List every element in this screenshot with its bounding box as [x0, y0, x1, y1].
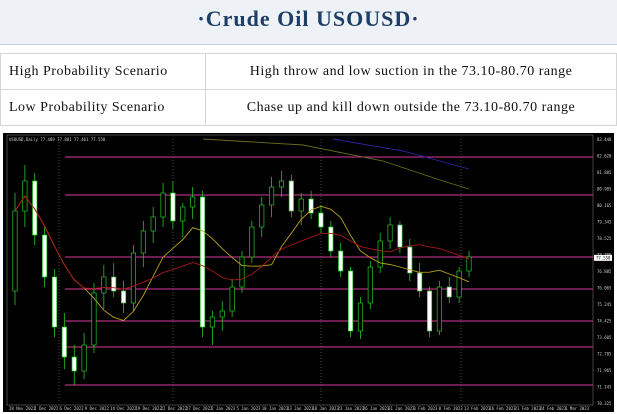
scenario-label: Low Probability Scenario: [0, 89, 206, 126]
bear-candle: [348, 270, 354, 332]
bear-candle: [417, 272, 423, 292]
date-tick-label: 10 Jan 2023: [262, 406, 289, 411]
bear-candle: [446, 286, 452, 298]
date-tick-label: 2 Jan 2023: [211, 406, 236, 411]
bull-candle: [259, 204, 265, 228]
date-tick-label: 23 Jan 2023: [338, 406, 365, 411]
bear-candle: [338, 250, 344, 272]
price-tick-label: 76.065: [597, 286, 612, 291]
bull-candle: [269, 186, 275, 206]
bull-candle: [357, 302, 363, 332]
bull-candle: [160, 192, 166, 218]
bear-candle: [32, 180, 38, 236]
table-row: High Probability Scenario High throw and…: [0, 53, 617, 90]
ma-long-line: [202, 138, 470, 190]
bear-candle: [397, 224, 403, 248]
date-tick-label: 5 Jan 2023: [236, 406, 261, 411]
bull-candle: [239, 256, 245, 288]
price-tick-label: 80.985: [597, 187, 612, 192]
scenario-table: High Probability Scenario High throw and…: [0, 53, 617, 126]
price-tick-label: 74.425: [597, 319, 612, 324]
price-chart[interactable]: 83.440 82.620 81.805 80.985 80.165 79.345 78.5…: [3, 133, 614, 412]
price-tick-label: 76.885: [597, 269, 612, 274]
price-tick-label: 78.525: [597, 236, 612, 241]
page-title: ·Crude Oil USOUSD·: [197, 6, 420, 31]
bear-candle: [61, 326, 67, 358]
price-tick-label: 72.785: [597, 352, 612, 357]
bear-candle: [328, 226, 334, 252]
bear-candle: [170, 192, 176, 222]
date-tick-label: 1 Dec 2022: [34, 406, 59, 411]
bull-candle: [436, 286, 442, 332]
date-tick-label: 8 Feb 2023: [439, 406, 464, 411]
scenario-text: High throw and low suction in the 73.10-…: [205, 53, 617, 90]
scenario-label: High Probability Scenario: [0, 53, 206, 90]
current-price-label: 77.558: [596, 255, 611, 260]
title-bar: ·Crude Oil USOUSD·: [0, 0, 617, 45]
date-tick-label: 24 Feb 2023: [540, 406, 567, 411]
date-tick-label: 14 Dec 2022: [110, 406, 137, 411]
bull-candle: [219, 310, 225, 318]
bull-candle: [190, 196, 196, 208]
price-tick-label: 82.620: [597, 154, 612, 159]
chart-svg: 83.440 82.620 81.805 80.985 80.165 79.345 78.5…: [6, 134, 612, 411]
date-tick-label: 13 Feb 2023: [464, 406, 491, 411]
price-tick-label: 81.805: [597, 170, 612, 175]
price-tick-label: 79.345: [597, 220, 612, 225]
bull-candle: [81, 344, 87, 372]
date-tick-label: 16 Feb 2023: [489, 406, 516, 411]
bull-candle: [229, 286, 235, 312]
bull-candle: [249, 226, 255, 258]
bear-candle: [121, 290, 127, 304]
bull-candle: [101, 276, 107, 294]
date-tick-label: 19 Dec 2022: [135, 406, 162, 411]
date-tick-label: 22 Dec 2022: [161, 406, 188, 411]
date-tick-label: 27 Dec 2022: [186, 406, 213, 411]
scenario-text: Chase up and kill down outside the 73.10…: [205, 89, 617, 126]
bear-candle: [288, 180, 294, 212]
price-tick-label: 83.440: [597, 137, 612, 142]
date-tick-label: 18 Jan 2023: [312, 406, 339, 411]
bull-candle: [466, 256, 472, 272]
bull-candle: [180, 206, 186, 222]
bear-candle: [42, 234, 48, 278]
price-tick-label: 70.325: [597, 401, 612, 406]
bull-candle: [12, 210, 18, 292]
date-tick-label: 28 Nov 2022: [9, 406, 36, 411]
bull-candle: [209, 316, 215, 328]
bear-candle: [199, 196, 206, 328]
bull-candle: [278, 180, 285, 188]
date-tick-label: 21 Feb 2023: [514, 406, 541, 411]
date-tick-label: 9 Dec 2022: [85, 406, 110, 411]
bear-candle: [51, 276, 58, 328]
bull-candle: [140, 230, 146, 254]
price-tick-label: 71.145: [597, 385, 612, 390]
ma-very-long-line: [332, 138, 470, 170]
bull-candle: [130, 252, 136, 304]
bull-candle: [150, 216, 156, 232]
bull-candle: [387, 224, 393, 242]
table-row: Low Probability Scenario Chase up and ki…: [0, 89, 617, 126]
bear-candle: [71, 356, 77, 372]
date-tick-label: 6 Dec 2022: [60, 406, 85, 411]
price-tick-label: 80.165: [597, 203, 612, 208]
date-tick-label: 3 Feb 2023: [413, 406, 438, 411]
bear-candle: [318, 212, 324, 228]
plot-frame: [6, 134, 594, 406]
bear-candle: [111, 276, 117, 292]
bull-candle: [367, 266, 373, 304]
bull-candle: [456, 270, 462, 298]
price-tick-label: 71.965: [597, 368, 612, 373]
price-tick-label: 73.605: [597, 335, 612, 340]
date-tick-label: 26 Jan 2023: [363, 406, 390, 411]
instrument-label: USOUSD,Daily 77.489 77.881 77.461 77.558: [9, 137, 106, 142]
bull-candle: [298, 198, 304, 212]
bear-candle: [426, 290, 433, 332]
date-tick-label: 13 Jan 2023: [287, 406, 314, 411]
date-tick-label: 31 Jan 2023: [388, 406, 415, 411]
date-tick-label: 1 Mar 2023: [565, 406, 590, 411]
price-tick-label: 75.245: [597, 302, 612, 307]
